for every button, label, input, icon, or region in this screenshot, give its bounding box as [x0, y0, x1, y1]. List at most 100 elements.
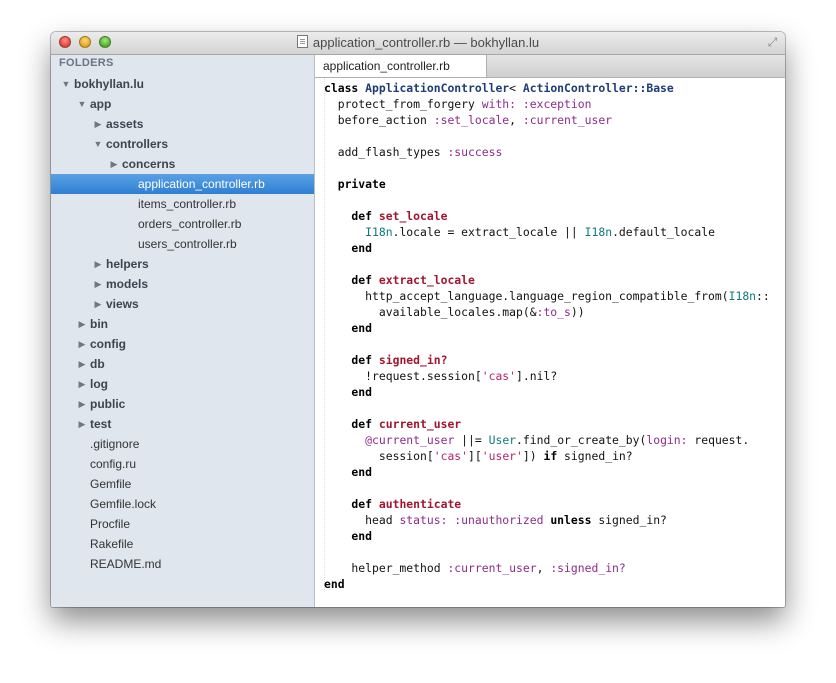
sidebar-item[interactable]: ▼ bokhyllan.lu	[51, 74, 314, 94]
code-line: @current_user ||= User.find_or_create_by…	[324, 432, 749, 448]
code-token: request.	[687, 433, 750, 447]
sidebar-item[interactable]: ▶ helpers	[51, 254, 314, 274]
sidebar-item[interactable]: README.md	[51, 554, 314, 574]
code-line: end	[324, 240, 372, 256]
sidebar-item[interactable]: Rakefile	[51, 534, 314, 554]
sidebar-item[interactable]: ▼ controllers	[51, 134, 314, 154]
sidebar-item[interactable]: ▶ concerns	[51, 154, 314, 174]
code-token: signed_in?	[557, 449, 633, 463]
code-token: def	[324, 273, 379, 287]
code-token: with: :exception	[481, 97, 592, 111]
disclosure-closed-icon[interactable]: ▶	[93, 294, 103, 314]
code-line: def authenticate	[324, 496, 461, 512]
disclosure-closed-icon[interactable]: ▶	[77, 414, 87, 434]
code-token: if	[543, 449, 558, 463]
window-title: application_controller.rb — bokhyllan.lu	[51, 35, 785, 50]
disclosure-closed-icon[interactable]: ▶	[109, 154, 119, 174]
code-token: set_locale	[378, 209, 448, 223]
code-token: available_locales.map(&	[324, 305, 537, 319]
disclosure-open-icon[interactable]: ▼	[61, 74, 71, 94]
code-token: authenticate	[378, 497, 462, 511]
window-title-text: application_controller.rb — bokhyllan.lu	[312, 35, 540, 50]
code-token: ::	[756, 289, 770, 303]
editor-pane[interactable]: application_controller.rb class Applicat…	[315, 55, 785, 607]
sidebar-item-label: Procfile	[90, 517, 131, 531]
disclosure-open-icon[interactable]: ▼	[93, 134, 103, 154]
code-token: @current_user	[365, 433, 455, 447]
sidebar-item[interactable]: items_controller.rb	[51, 194, 314, 214]
sidebar-item[interactable]: ▶ models	[51, 274, 314, 294]
disclosure-closed-icon[interactable]: ▶	[77, 354, 87, 374]
tab-application-controller[interactable]: application_controller.rb	[315, 55, 487, 77]
code-token: ])	[522, 449, 544, 463]
sidebar-item-label: Gemfile.lock	[90, 497, 157, 511]
code-token: I18n	[365, 225, 393, 239]
code-line: end	[324, 464, 372, 480]
code-token: ,	[536, 561, 551, 575]
disclosure-closed-icon[interactable]: ▶	[77, 394, 87, 414]
tab-bar: application_controller.rb	[315, 55, 785, 78]
code-line: head status: :unauthorized unless signed…	[324, 512, 667, 528]
sidebar-item[interactable]: ▼ app	[51, 94, 314, 114]
sidebar-item-label: bokhyllan.lu	[74, 77, 145, 91]
sidebar-item[interactable]: Gemfile.lock	[51, 494, 314, 514]
code-token: ].nil?	[516, 369, 558, 383]
code-token: :success	[447, 145, 503, 159]
code-line: !request.session['cas'].nil?	[324, 368, 557, 384]
disclosure-closed-icon[interactable]: ▶	[77, 334, 87, 354]
disclosure-closed-icon[interactable]: ▶	[93, 274, 103, 294]
code-token: current_user	[378, 417, 462, 431]
sidebar-item[interactable]: application_controller.rb	[51, 174, 314, 194]
sidebar-item[interactable]: orders_controller.rb	[51, 214, 314, 234]
code-token: end	[324, 241, 373, 255]
fullscreen-icon[interactable]: ⤢	[766, 36, 779, 49]
code-line: class ApplicationController< ActionContr…	[324, 80, 674, 96]
sidebar-item[interactable]: ▶ views	[51, 294, 314, 314]
code-token: 'cas'	[481, 369, 517, 383]
code-token: !request.session[	[324, 369, 482, 383]
code-token: def	[324, 417, 379, 431]
disclosure-closed-icon[interactable]: ▶	[77, 374, 87, 394]
code-token: head	[324, 513, 400, 527]
code-area[interactable]: class ApplicationController< ActionContr…	[315, 78, 785, 607]
sidebar-item-label: orders_controller.rb	[138, 217, 242, 231]
sidebar-item-label: concerns	[122, 157, 176, 171]
sidebar-item[interactable]: ▶ public	[51, 394, 314, 414]
code-line: def current_user	[324, 416, 461, 432]
sidebar-item-label: public	[90, 397, 126, 411]
sidebar-item[interactable]: Procfile	[51, 514, 314, 534]
sidebar-item[interactable]: ▶ db	[51, 354, 314, 374]
sidebar-item[interactable]: ▶ config	[51, 334, 314, 354]
code-token: :current_user	[447, 561, 537, 575]
code-token: extract_locale	[378, 273, 475, 287]
code-token: http_accept_language.language_region_com…	[324, 289, 729, 303]
disclosure-closed-icon[interactable]: ▶	[93, 254, 103, 274]
code-token: 'cas'	[433, 449, 469, 463]
sidebar-item[interactable]: ▶ test	[51, 414, 314, 434]
disclosure-open-icon[interactable]: ▼	[77, 94, 87, 114]
sidebar-item[interactable]: Gemfile	[51, 474, 314, 494]
code-line: before_action :set_locale, :current_user	[324, 112, 612, 128]
code-token: signed_in?	[591, 513, 667, 527]
code-token: end	[324, 385, 373, 399]
sidebar-item[interactable]: users_controller.rb	[51, 234, 314, 254]
disclosure-closed-icon[interactable]: ▶	[77, 314, 87, 334]
sidebar-item-label: config.ru	[90, 457, 137, 471]
folders-header: FOLDERS	[59, 57, 114, 69]
sidebar-item[interactable]: .gitignore	[51, 434, 314, 454]
sidebar-item[interactable]: ▶ assets	[51, 114, 314, 134]
code-line: private	[324, 176, 386, 192]
code-token: before_action	[324, 113, 434, 127]
code-token: class	[324, 81, 366, 95]
sidebar-item[interactable]: ▶ log	[51, 374, 314, 394]
sidebar-item-label: application_controller.rb	[138, 177, 265, 191]
sidebar-item-label: Gemfile	[90, 477, 132, 491]
code-token: I18n	[584, 225, 613, 239]
sidebar-item[interactable]: ▶ bin	[51, 314, 314, 334]
disclosure-closed-icon[interactable]: ▶	[93, 114, 103, 134]
sidebar-item[interactable]: config.ru	[51, 454, 314, 474]
title-bar[interactable]: application_controller.rb — bokhyllan.lu…	[51, 32, 785, 55]
sidebar-item-label: test	[90, 417, 112, 431]
code-line: helper_method :current_user, :signed_in?	[324, 560, 625, 576]
code-token: ][	[468, 449, 482, 463]
